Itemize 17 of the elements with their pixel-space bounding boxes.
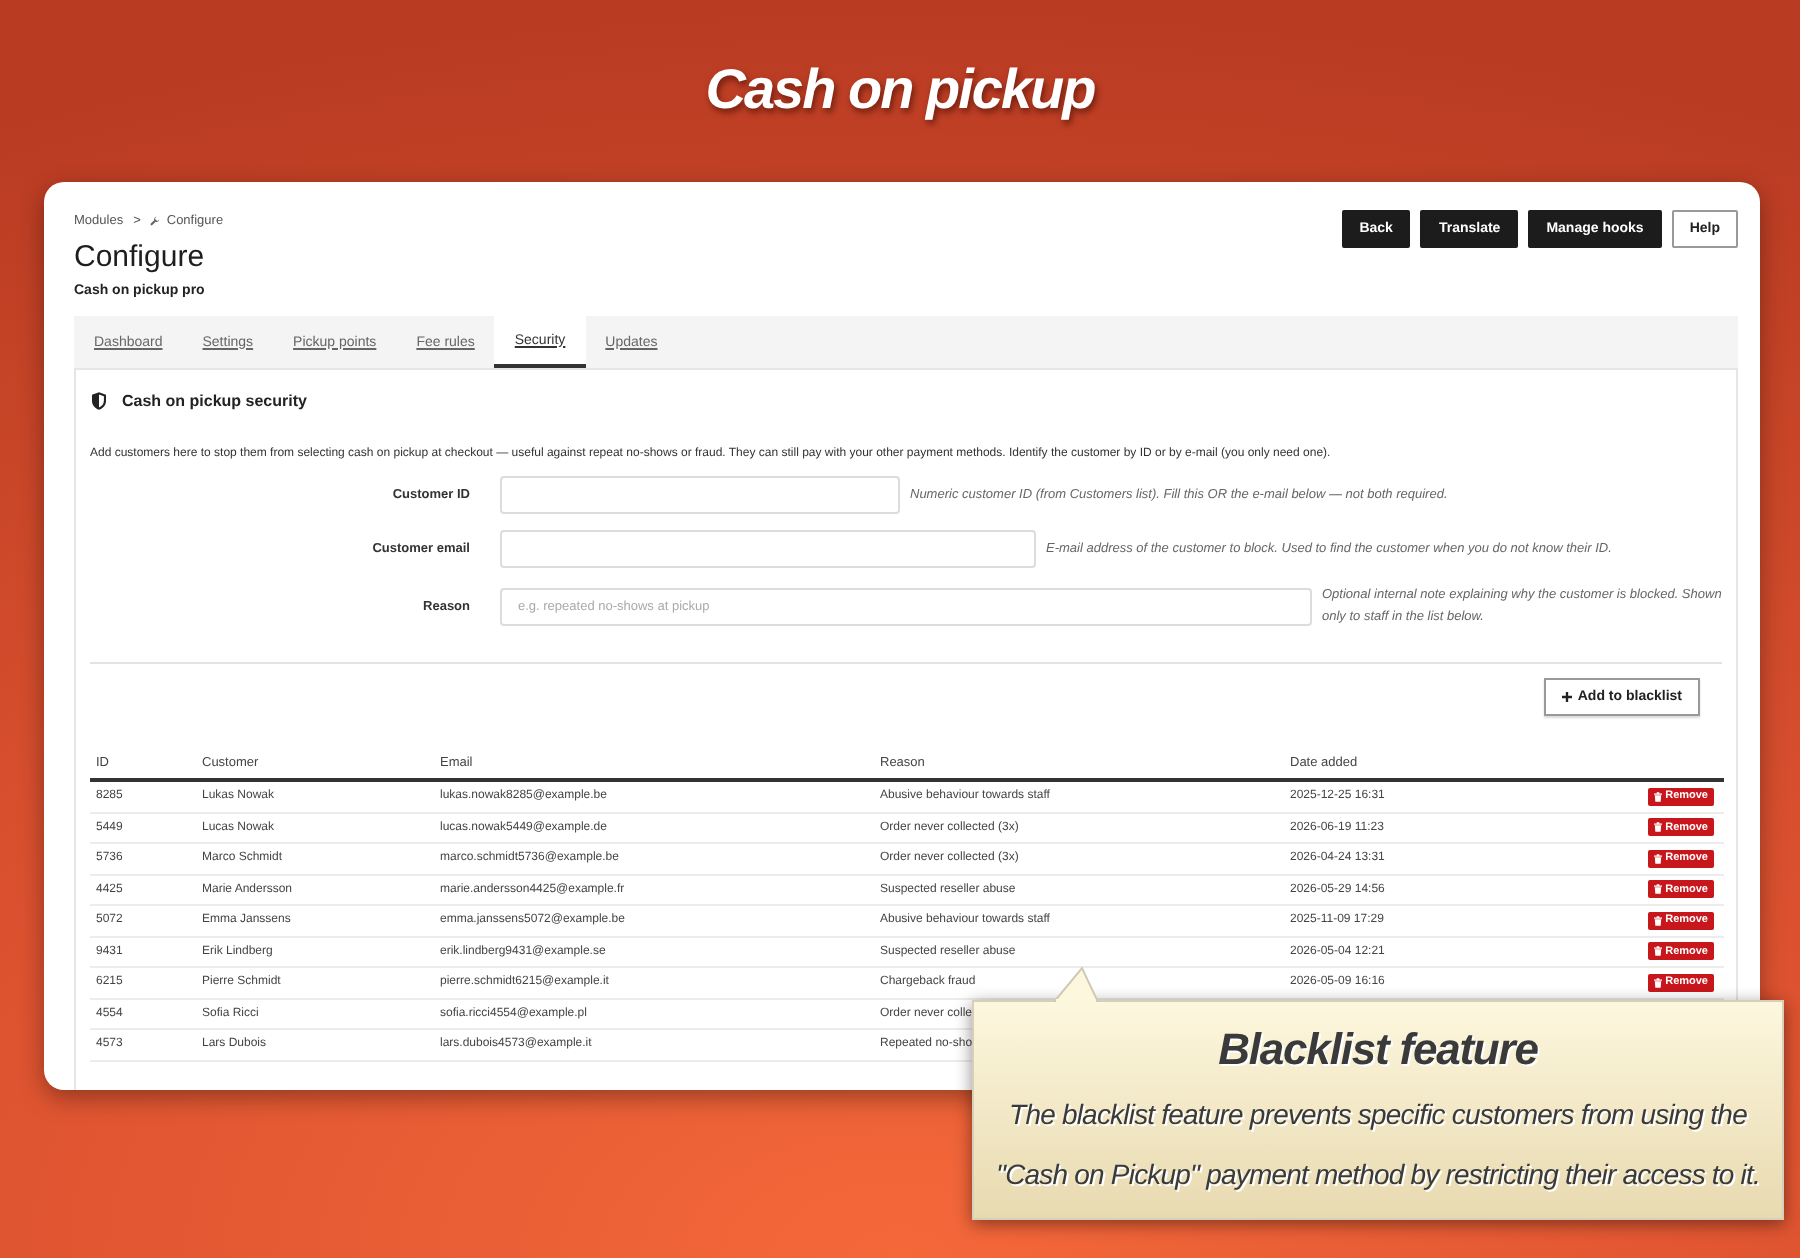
trash-icon [1653,915,1662,926]
shield-icon [92,391,106,409]
trash-icon [1653,946,1662,957]
callout-title: Blacklist feature [1218,1022,1538,1078]
plus-icon [1561,692,1572,702]
page-title: Configure [74,238,205,278]
trash-icon [1653,977,1662,988]
trash-icon [1653,884,1662,895]
trash-icon [1653,853,1662,864]
promo-title: Cash on pickup [705,56,1095,124]
trash-icon [1653,822,1662,833]
panel-title: Cash on pickup security [122,391,307,409]
input-field[interactable] [500,476,900,514]
wrench-icon [150,216,161,226]
trash-icon [1653,791,1662,802]
callout-text: The blacklist feature prevents specific customers from using the "Cash on Pickup" payment method by restricting their access to it. [994,1096,1762,1194]
input-field[interactable] [500,530,1036,568]
